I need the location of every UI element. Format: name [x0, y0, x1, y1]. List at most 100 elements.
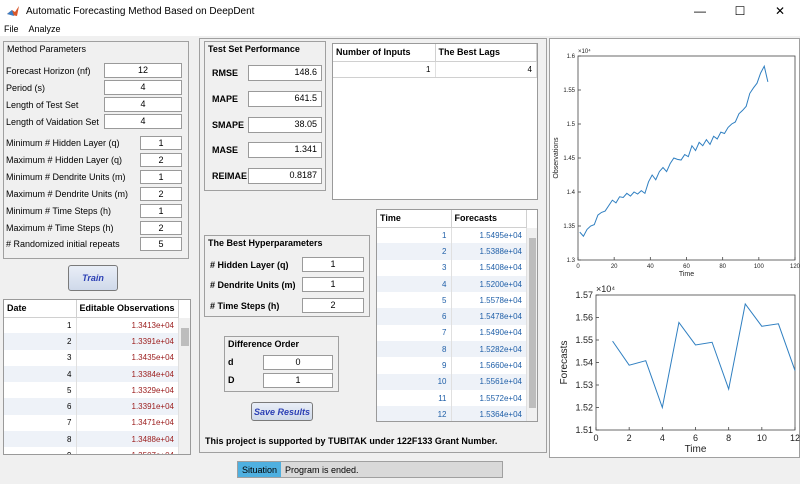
hyper-input[interactable]: 2: [140, 221, 182, 235]
time-cell[interactable]: 10: [377, 373, 452, 390]
table-row[interactable]: 2 1.5388e+04: [377, 243, 527, 260]
time-cell[interactable]: 3: [377, 259, 452, 276]
train-button[interactable]: Train: [68, 265, 118, 291]
observations-column-header[interactable]: Editable Observations: [76, 300, 179, 318]
observation-cell[interactable]: 1.3507e+04: [76, 447, 179, 454]
maximize-button[interactable]: ☐: [720, 0, 760, 22]
table-row[interactable]: 4 1.5200e+04: [377, 275, 527, 293]
time-cell[interactable]: 9: [377, 357, 452, 374]
observation-cell[interactable]: 1.3391e+04: [76, 398, 179, 415]
date-cell[interactable]: 4: [4, 365, 77, 383]
diff-order-value[interactable]: 1: [263, 373, 333, 388]
observation-cell[interactable]: 1.3329e+04: [76, 382, 179, 399]
table-row[interactable]: 5 1.3329e+04: [4, 382, 179, 399]
close-button[interactable]: ✕: [760, 0, 800, 22]
date-column-header[interactable]: Date: [4, 300, 77, 318]
observation-cell[interactable]: 1.3391e+04: [76, 333, 179, 350]
best-hyper-value[interactable]: 2: [302, 298, 364, 313]
table-row[interactable]: 1 1.3413e+04: [4, 317, 179, 334]
table-row[interactable]: 8 1.5282e+04: [377, 341, 527, 358]
hyper-input[interactable]: 1: [140, 170, 182, 184]
time-cell[interactable]: 6: [377, 308, 452, 325]
observations-scrollbar[interactable]: [179, 318, 190, 454]
date-cell[interactable]: 6: [4, 398, 77, 415]
observation-cell[interactable]: 1.3384e+04: [76, 365, 179, 383]
number-of-inputs-header[interactable]: Number of Inputs: [333, 44, 436, 62]
date-cell[interactable]: 2: [4, 333, 77, 350]
table-row[interactable]: 6 1.3391e+04: [4, 398, 179, 415]
forecast-cell[interactable]: 1.5478e+04: [451, 308, 527, 325]
hyper-input[interactable]: 1: [140, 204, 182, 218]
date-cell[interactable]: 1: [4, 317, 77, 334]
param-input[interactable]: 4: [104, 97, 182, 112]
best-hyper-value[interactable]: 1: [302, 257, 364, 272]
metric-value[interactable]: 38.05: [248, 117, 322, 133]
forecast-cell[interactable]: 1.5282e+04: [451, 341, 527, 358]
table-row[interactable]: 7 1.3471e+04: [4, 414, 179, 432]
forecasts-scrollbar[interactable]: [527, 228, 537, 421]
metric-value[interactable]: 1.341: [248, 142, 322, 158]
date-cell[interactable]: 3: [4, 349, 77, 366]
observation-cell[interactable]: 1.3435e+04: [76, 349, 179, 366]
hyper-input[interactable]: 2: [140, 153, 182, 167]
date-cell[interactable]: 7: [4, 414, 77, 432]
minimize-button[interactable]: —: [680, 0, 720, 22]
time-cell[interactable]: 7: [377, 324, 452, 342]
forecast-cell[interactable]: 1.5561e+04: [451, 373, 527, 390]
table-row[interactable]: 1 1.5495e+04: [377, 227, 527, 244]
time-cell[interactable]: 12: [377, 406, 452, 421]
table-row[interactable]: 9 1.5660e+04: [377, 357, 527, 374]
forecasts-column-header[interactable]: Forecasts: [451, 210, 527, 228]
number-of-inputs-cell[interactable]: 1: [333, 61, 436, 78]
observation-cell[interactable]: 1.3488e+04: [76, 431, 179, 448]
best-lags-header[interactable]: The Best Lags: [435, 44, 537, 62]
forecast-cell[interactable]: 1.5200e+04: [451, 275, 527, 293]
hyper-input[interactable]: 5: [140, 237, 182, 251]
forecast-cell[interactable]: 1.5495e+04: [451, 227, 527, 244]
table-row[interactable]: 8 1.3488e+04: [4, 431, 179, 448]
table-row[interactable]: 3 1.5408e+04: [377, 259, 527, 276]
param-input[interactable]: 4: [104, 80, 182, 95]
forecast-cell[interactable]: 1.5388e+04: [451, 243, 527, 260]
table-row[interactable]: 3 1.3435e+04: [4, 349, 179, 366]
time-cell[interactable]: 1: [377, 227, 452, 244]
observation-cell[interactable]: 1.3413e+04: [76, 317, 179, 334]
best-lags-cell[interactable]: 4: [435, 61, 537, 78]
table-row[interactable]: 10 1.5561e+04: [377, 373, 527, 390]
table-row[interactable]: 11 1.5572e+04: [377, 389, 527, 407]
table-row[interactable]: 7 1.5490e+04: [377, 324, 527, 342]
menu-file[interactable]: File: [4, 24, 19, 34]
param-input[interactable]: 4: [104, 114, 182, 129]
best-hyper-value[interactable]: 1: [302, 277, 364, 292]
table-row[interactable]: 2 1.3391e+04: [4, 333, 179, 350]
metric-value[interactable]: 641.5: [248, 91, 322, 107]
hyper-input[interactable]: 2: [140, 187, 182, 201]
hyper-input[interactable]: 1: [140, 136, 182, 150]
forecast-cell[interactable]: 1.5490e+04: [451, 324, 527, 342]
date-cell[interactable]: 9: [4, 447, 77, 454]
forecast-cell[interactable]: 1.5408e+04: [451, 259, 527, 276]
forecast-cell[interactable]: 1.5660e+04: [451, 357, 527, 374]
time-cell[interactable]: 5: [377, 292, 452, 309]
save-results-button[interactable]: Save Results: [251, 402, 313, 421]
date-cell[interactable]: 8: [4, 431, 77, 448]
date-cell[interactable]: 5: [4, 382, 77, 399]
observation-cell[interactable]: 1.3471e+04: [76, 414, 179, 432]
table-row[interactable]: 5 1.5578e+04: [377, 292, 527, 309]
time-cell[interactable]: 8: [377, 341, 452, 358]
table-row[interactable]: 91.3507e+04: [4, 447, 179, 454]
table-row[interactable]: 12 1.5364e+04: [377, 406, 527, 421]
time-cell[interactable]: 11: [377, 389, 452, 407]
time-cell[interactable]: 4: [377, 275, 452, 293]
diff-order-value[interactable]: 0: [263, 355, 333, 370]
menu-analyze[interactable]: Analyze: [29, 24, 61, 34]
forecast-cell[interactable]: 1.5578e+04: [451, 292, 527, 309]
table-row[interactable]: 6 1.5478e+04: [377, 308, 527, 325]
scrollbar-thumb[interactable]: [181, 328, 189, 346]
param-input[interactable]: 12: [104, 63, 182, 78]
forecast-cell[interactable]: 1.5572e+04: [451, 389, 527, 407]
metric-value[interactable]: 148.6: [248, 65, 322, 81]
time-column-header[interactable]: Time: [377, 210, 452, 228]
scrollbar-thumb[interactable]: [529, 238, 536, 408]
table-row[interactable]: 4 1.3384e+04: [4, 365, 179, 383]
